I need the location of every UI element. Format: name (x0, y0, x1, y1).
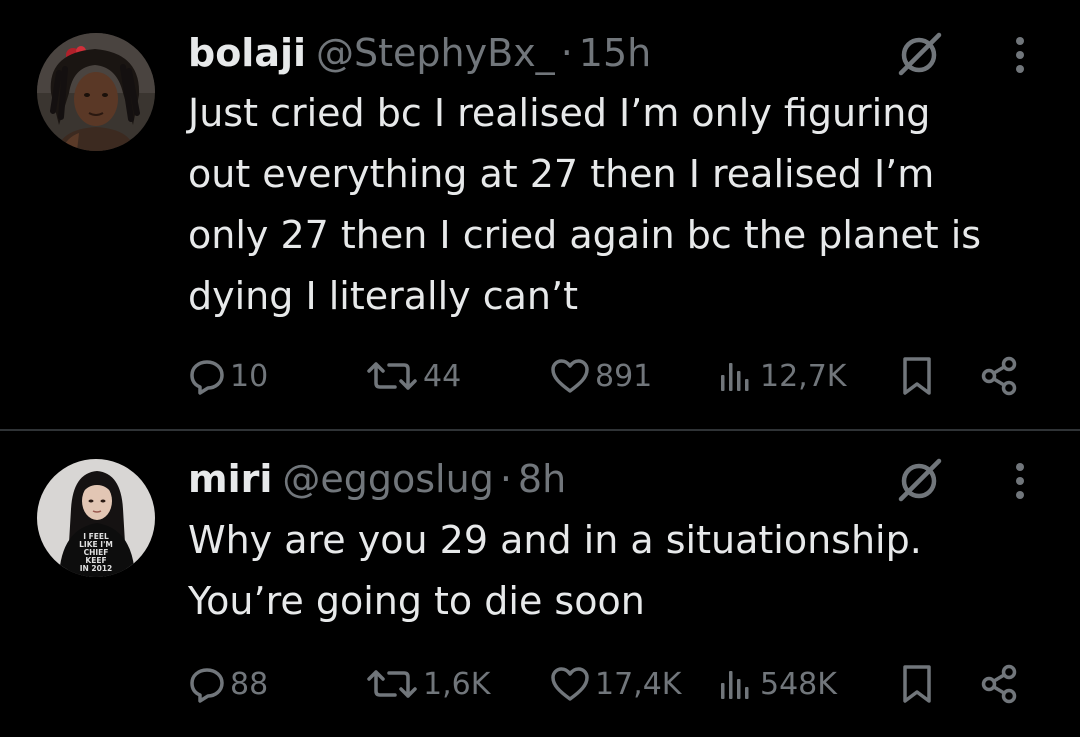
reply-count: 88 (230, 666, 269, 702)
tweet-header: bolaji @StephyBx_ · 15h (188, 27, 651, 79)
retweet-icon (367, 670, 417, 698)
views-icon (721, 671, 749, 699)
reply-button[interactable]: 10 (188, 351, 268, 401)
reply-button[interactable]: 88 (188, 659, 268, 709)
tweet-text: Just cried bc I realised I’m only figuri… (188, 91, 982, 318)
share-icon (981, 356, 1017, 396)
bookmark-icon (903, 665, 931, 703)
retweet-count: 1,6K (423, 666, 491, 702)
retweet-button[interactable]: 44 (365, 351, 461, 401)
handle[interactable]: @eggoslug (282, 457, 493, 501)
tweet-text: Why are you 29 and in a situationship. Y… (188, 518, 922, 623)
action-bar: 10 44 891 12,7K (0, 351, 1080, 401)
more-icon[interactable] (1005, 455, 1035, 507)
svg-text:IN 2012: IN 2012 (80, 564, 113, 573)
heart-icon (551, 667, 589, 701)
tweet[interactable]: I FEEL LIKE I'M CHIEF KEEF IN 2012 miri @… (0, 431, 1080, 737)
bookmark-icon (903, 357, 931, 395)
views-button[interactable]: 548K (716, 659, 837, 709)
avatar[interactable] (37, 33, 155, 151)
reply-count: 10 (230, 358, 269, 394)
tweet-header: miri @eggoslug · 8h (188, 453, 566, 505)
share-icon (981, 664, 1017, 704)
retweet-button[interactable]: 1,6K (365, 659, 490, 709)
views-count: 12,7K (760, 358, 847, 394)
reply-icon (190, 668, 224, 703)
display-name[interactable]: miri (188, 457, 272, 501)
action-bar: 88 1,6K 17,4K 548K (0, 659, 1080, 709)
share-button[interactable] (980, 659, 1020, 709)
grok-icon[interactable] (893, 455, 945, 507)
display-name[interactable]: bolaji (188, 31, 306, 75)
grok-icon[interactable] (893, 29, 945, 81)
like-button[interactable]: 17,4K (549, 659, 681, 709)
reply-icon (190, 360, 224, 395)
retweet-count: 44 (423, 358, 462, 394)
like-count: 17,4K (595, 666, 682, 702)
bookmark-button[interactable] (899, 659, 935, 709)
separator-dot: · (499, 457, 512, 501)
separator-dot: · (560, 31, 573, 75)
like-button[interactable]: 891 (549, 351, 652, 401)
more-icon[interactable] (1005, 29, 1035, 81)
timestamp[interactable]: 15h (579, 31, 651, 75)
share-button[interactable] (980, 351, 1020, 401)
retweet-icon (367, 362, 417, 390)
views-count: 548K (760, 666, 837, 702)
bookmark-button[interactable] (899, 351, 935, 401)
heart-icon (551, 359, 589, 393)
views-button[interactable]: 12,7K (716, 351, 846, 401)
like-count: 891 (595, 358, 653, 394)
views-icon (721, 363, 749, 391)
avatar[interactable]: I FEEL LIKE I'M CHIEF KEEF IN 2012 (37, 459, 155, 577)
tweet[interactable]: bolaji @StephyBx_ · 15h Just cried bc I rea… (0, 0, 1080, 430)
timestamp[interactable]: 8h (518, 457, 566, 501)
handle[interactable]: @StephyBx_ (316, 31, 555, 75)
